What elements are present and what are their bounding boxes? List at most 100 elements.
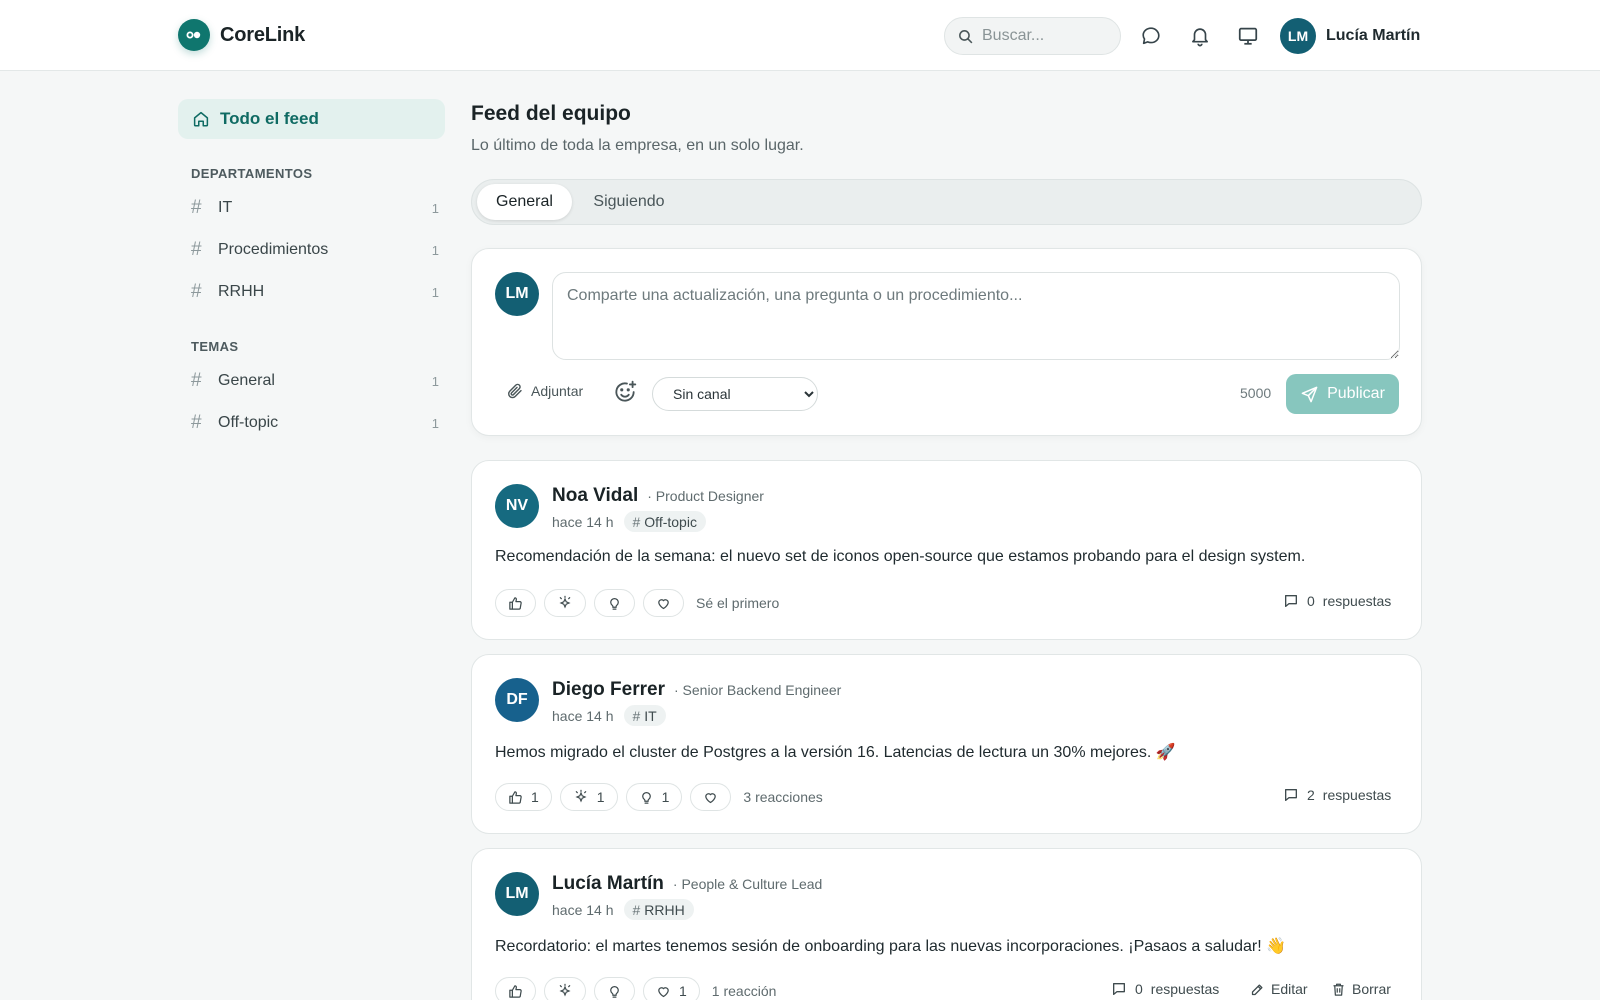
like-reaction-button[interactable] [495, 589, 536, 617]
post-card: NV Noa Vidal · Product Designer hace 14 … [471, 460, 1422, 640]
sidebar-item-all-feed[interactable]: Todo el feed [178, 99, 445, 139]
reaction-count: 1 [596, 789, 605, 805]
search-box[interactable] [944, 17, 1121, 55]
paperclip-icon [506, 382, 524, 400]
thumbs-up-icon [509, 984, 522, 998]
post-body: Hemos migrado el cluster de Postgres a l… [495, 744, 1152, 761]
channel-tag-label: IT [644, 707, 657, 724]
author-avatar[interactable]: LM [495, 872, 539, 916]
edit-button[interactable]: Editar [1250, 981, 1308, 997]
corelink-logo-icon [178, 19, 210, 51]
author-name[interactable]: Lucía Martín [552, 873, 664, 895]
home-icon [192, 110, 210, 128]
search-icon [957, 28, 974, 45]
thumbs-up-icon [509, 790, 522, 804]
celebrate-reaction-button[interactable] [544, 977, 586, 1000]
brand[interactable]: CoreLink [178, 19, 305, 51]
pencil-icon [1251, 984, 1263, 995]
reply-label: respuestas [1150, 981, 1220, 997]
reply-label: respuestas [1322, 593, 1392, 609]
lightbulb-icon [610, 597, 619, 610]
sparkle-icon [559, 983, 571, 997]
topics-heading: TEMAS [191, 339, 239, 354]
bell-icon[interactable] [1188, 24, 1212, 48]
replies-button[interactable]: 0 respuestas [1283, 593, 1391, 609]
reaction-count: 1 [661, 789, 670, 805]
wave-emoji: 👋 [1266, 936, 1287, 955]
sidebar-item-it[interactable]: # IT 1 [191, 194, 439, 222]
delete-button[interactable]: Borrar [1331, 981, 1391, 997]
sidebar-item-label: RRHH [218, 283, 265, 300]
sidebar-item-procedimientos[interactable]: # Procedimientos 1 [191, 236, 439, 264]
heart-icon [658, 598, 669, 609]
love-reaction-button[interactable] [690, 783, 732, 811]
reaction-count: 1 [531, 789, 539, 805]
channel-select[interactable]: Sin canal [652, 377, 818, 411]
search-input[interactable] [982, 27, 1112, 45]
post-composer: LM Adjuntar Sin canal 5000 Publicar [471, 248, 1422, 436]
replies-button[interactable]: 0 respuestas [1111, 981, 1219, 997]
heart-icon [705, 792, 717, 803]
departments-heading: DEPARTAMENTOS [191, 166, 313, 181]
sidebar-item-count: 1 [431, 200, 439, 216]
author-role: · Product Designer [647, 488, 764, 504]
sidebar-item-label: General [218, 372, 275, 389]
composer-avatar: LM [495, 272, 539, 316]
publish-button[interactable]: Publicar [1286, 374, 1399, 414]
sidebar-item-general[interactable]: # General 1 [191, 367, 439, 395]
reaction-summary: 3 reacciones [743, 789, 823, 805]
love-reaction-button[interactable]: 1 [643, 977, 700, 1000]
reply-count: 0 [1135, 981, 1143, 997]
sidebar-item-label: Off-topic [218, 414, 279, 431]
channel-tag[interactable]: # IT [623, 705, 666, 726]
sidebar-item-count: 1 [431, 373, 439, 389]
hash-icon: # [632, 707, 641, 724]
reaction-summary: 1 reacción [711, 983, 777, 999]
user-menu[interactable]: LM Lucía Martín [1280, 18, 1420, 54]
sidebar-item-off-topic[interactable]: # Off-topic 1 [191, 409, 439, 437]
idea-reaction-button[interactable]: 1 [625, 783, 683, 811]
tab-general[interactable]: General [477, 184, 572, 220]
feed-tabs: General Siguiendo [471, 179, 1422, 225]
reply-label: respuestas [1322, 787, 1392, 803]
idea-reaction-button[interactable] [594, 977, 635, 1000]
trash-icon [1333, 983, 1344, 996]
chat-icon[interactable] [1139, 24, 1163, 48]
hash-icon: # [632, 513, 641, 530]
sidebar-item-count: 1 [431, 284, 439, 300]
idea-reaction-button[interactable] [594, 589, 635, 617]
char-count: 5000 [1240, 385, 1272, 401]
heart-icon [658, 986, 669, 997]
channel-tag[interactable]: # RRHH [623, 899, 694, 920]
monitor-icon[interactable] [1236, 24, 1260, 48]
hash-icon: # [191, 281, 202, 302]
replies-button[interactable]: 2 respuestas [1283, 787, 1391, 803]
post-body-container: Recordatorio: el martes tenemos sesión d… [495, 936, 1286, 956]
sidebar-item-rrhh[interactable]: # RRHH 1 [191, 278, 439, 306]
post-card: DF Diego Ferrer · Senior Backend Enginee… [471, 654, 1422, 834]
comment-icon [1113, 983, 1125, 995]
tab-siguiendo[interactable]: Siguiendo [579, 184, 679, 220]
celebrate-reaction-button[interactable] [544, 589, 586, 617]
channel-tag-label: RRHH [644, 901, 685, 918]
sidebar-item-label: IT [218, 199, 233, 216]
app-name: CoreLink [220, 23, 306, 46]
like-reaction-button[interactable] [495, 977, 536, 1000]
attach-button[interactable]: Adjuntar [506, 382, 583, 400]
comment-icon [1285, 789, 1297, 801]
author-avatar[interactable]: DF [495, 678, 539, 722]
love-reaction-button[interactable] [643, 589, 684, 617]
author-name[interactable]: Diego Ferrer [552, 679, 665, 701]
channel-tag[interactable]: # Off-topic [623, 511, 706, 532]
composer-textarea[interactable] [552, 272, 1400, 360]
sidebar-item-label: Todo el feed [220, 109, 319, 128]
author-name[interactable]: Noa Vidal [552, 485, 638, 507]
rocket-emoji: 🚀 [1155, 742, 1176, 761]
author-avatar[interactable]: NV [495, 484, 539, 528]
comment-icon [1285, 595, 1297, 607]
user-name: Lucía Martín [1326, 27, 1421, 44]
like-reaction-button[interactable]: 1 [495, 783, 552, 811]
celebrate-reaction-button[interactable]: 1 [559, 783, 618, 811]
author-role: · Senior Backend Engineer [673, 682, 842, 698]
add-emoji-icon[interactable] [612, 379, 638, 405]
